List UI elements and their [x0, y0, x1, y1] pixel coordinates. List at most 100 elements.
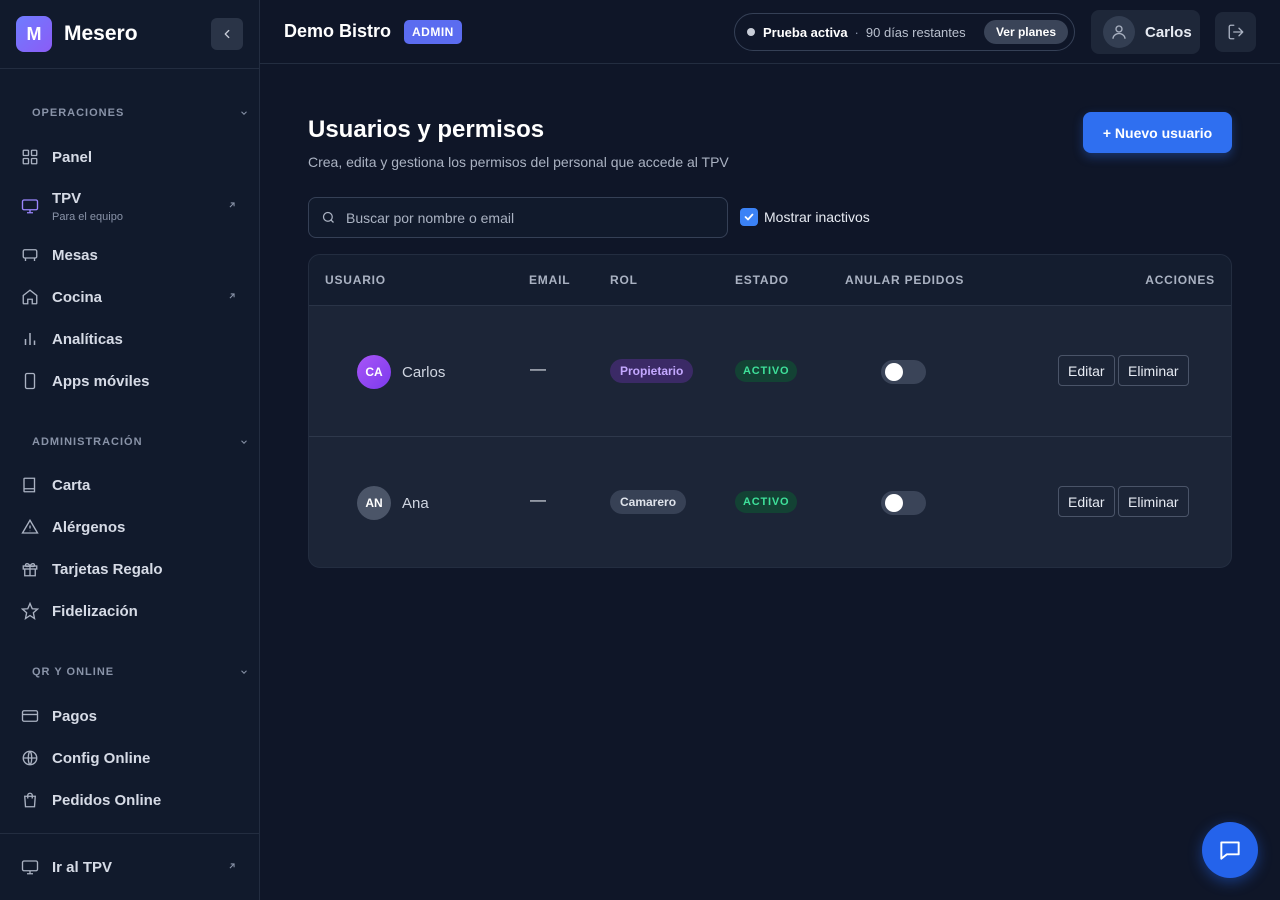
role-badge: Camarero	[610, 490, 687, 514]
sidebar-item-panel[interactable]: Panel	[0, 136, 259, 178]
credit-card-icon	[20, 706, 40, 726]
monitor-icon	[20, 196, 40, 216]
user-name-cell: Carlos	[402, 364, 446, 381]
brand-name: Mesero	[64, 22, 138, 45]
brand-logo[interactable]: M	[16, 16, 52, 52]
sidebar: M Mesero OPERACIONES Panel TPV Para el e…	[0, 0, 260, 900]
section-title: QR Y ONLINE	[32, 666, 115, 678]
header-status: ESTADO	[735, 273, 789, 287]
chevron-down-icon	[241, 440, 247, 444]
delete-button[interactable]: Eliminar	[1118, 486, 1189, 517]
sidebar-item-sublabel: Para el equipo	[52, 210, 123, 223]
sidebar-item-carta[interactable]: Carta	[0, 464, 259, 506]
sidebar-nav[interactable]: OPERACIONES Panel TPV Para el equipo Mes…	[0, 69, 259, 833]
edit-button[interactable]: Editar	[1058, 355, 1115, 386]
show-inactive-checkbox[interactable]	[740, 208, 758, 226]
switch-knob	[885, 363, 903, 381]
collapse-sidebar-button[interactable]	[211, 18, 243, 50]
chat-button[interactable]	[1202, 822, 1258, 878]
logout-icon	[1228, 24, 1243, 40]
search-input[interactable]	[346, 209, 706, 226]
warning-icon	[20, 517, 40, 537]
logout-button[interactable]	[1215, 12, 1256, 52]
table-header: USUARIO EMAIL ROL ESTADO ANULAR PEDIDOS …	[309, 255, 1231, 306]
sidebar-item-label: Apps móviles	[52, 372, 150, 390]
sidebar-item-label: Pedidos Online	[52, 791, 162, 809]
header-user: USUARIO	[325, 273, 386, 287]
sidebar-item-label: Pagos	[52, 707, 98, 725]
go-to-tpv-label: Ir al TPV	[52, 858, 113, 876]
delete-button[interactable]: Eliminar	[1118, 355, 1189, 386]
sidebar-item-label: Cocina	[52, 288, 103, 306]
globe-icon	[20, 748, 40, 768]
topbar: Demo Bistro ADMIN Prueba activa · 90 día…	[260, 0, 1280, 64]
status-badge: ACTIVO	[735, 360, 798, 382]
chevron-left-icon	[224, 29, 230, 39]
trial-status: Prueba activa · 90 días restantes Ver pl…	[734, 13, 1075, 51]
sidebar-item-label: Fidelización	[52, 602, 138, 620]
sidebar-footer: Ir al TPV	[0, 833, 259, 900]
status-badge: ACTIVO	[735, 491, 798, 513]
status-dot-icon	[747, 28, 755, 36]
gift-icon	[20, 559, 40, 579]
users-table: USUARIO EMAIL ROL ESTADO ANULAR PEDIDOS …	[308, 254, 1232, 568]
view-plans-button[interactable]: Ver planes	[983, 20, 1068, 44]
phone-icon	[20, 371, 40, 391]
section-header-operaciones[interactable]: OPERACIONES	[0, 103, 259, 123]
sidebar-item-label: Tarjetas Regalo	[52, 560, 163, 578]
user-name-cell: Ana	[402, 495, 429, 512]
monitor-icon	[20, 857, 40, 877]
shopping-bag-icon	[20, 790, 40, 810]
sidebar-item-apps-moviles[interactable]: Apps móviles	[0, 360, 259, 402]
sidebar-item-label: Panel	[52, 148, 93, 166]
sidebar-item-label: TPV	[52, 189, 82, 207]
email-cell: —	[530, 361, 546, 378]
external-link-icon	[227, 858, 237, 876]
star-icon	[20, 601, 40, 621]
sidebar-item-pagos[interactable]: Pagos	[0, 695, 259, 737]
sidebar-item-fidelizacion[interactable]: Fidelización	[0, 590, 259, 632]
sidebar-item-label: Alérgenos	[52, 518, 126, 536]
admin-badge: ADMIN	[404, 19, 462, 44]
avatar: CA	[357, 355, 391, 389]
external-link-icon	[227, 288, 237, 306]
header-email: EMAIL	[529, 273, 571, 287]
bar-chart-icon	[20, 329, 40, 349]
sidebar-item-pedidos-online[interactable]: Pedidos Online	[0, 779, 259, 821]
page-subtitle: Crea, edita y gestiona los permisos del …	[308, 154, 729, 170]
sidebar-item-tarjetas-regalo[interactable]: Tarjetas Regalo	[0, 548, 259, 590]
book-icon	[20, 475, 40, 495]
chevron-down-icon	[241, 111, 247, 115]
search-field[interactable]	[308, 197, 728, 238]
user-menu[interactable]: Carlos	[1091, 10, 1200, 54]
cancel-orders-switch[interactable]	[881, 491, 926, 515]
sidebar-item-mesas[interactable]: Mesas	[0, 234, 259, 276]
check-icon	[744, 213, 754, 221]
go-to-tpv-link[interactable]: Ir al TPV	[0, 846, 259, 888]
sidebar-item-label: Carta	[52, 476, 91, 494]
section-header-administracion[interactable]: ADMINISTRACIÓN	[0, 432, 259, 452]
section-title: OPERACIONES	[32, 107, 125, 119]
sidebar-item-tpv[interactable]: TPV Para el equipo	[0, 178, 259, 234]
section-header-qr-online[interactable]: QR Y ONLINE	[0, 662, 259, 682]
header-role: ROL	[610, 273, 638, 287]
edit-button[interactable]: Editar	[1058, 486, 1115, 517]
sidebar-item-cocina[interactable]: Cocina	[0, 276, 259, 318]
sidebar-item-label: Analíticas	[52, 330, 123, 348]
user-icon	[1103, 16, 1135, 48]
sidebar-item-alergenos[interactable]: Alérgenos	[0, 506, 259, 548]
chat-icon	[1220, 841, 1240, 860]
sidebar-item-label: Config Online	[52, 749, 151, 767]
trial-status-label: Prueba activa	[763, 24, 848, 40]
avatar: AN	[357, 486, 391, 520]
cancel-orders-switch[interactable]	[881, 360, 926, 384]
sidebar-item-analiticas[interactable]: Analíticas	[0, 318, 259, 360]
header-actions: ACCIONES	[1145, 273, 1215, 287]
role-badge: Propietario	[610, 359, 694, 383]
external-link-icon	[227, 197, 237, 215]
sidebar-item-config-online[interactable]: Config Online	[0, 737, 259, 779]
show-inactive-label: Mostrar inactivos	[764, 209, 870, 225]
show-inactive-toggle[interactable]: Mostrar inactivos	[740, 208, 870, 226]
page-title: Usuarios y permisos	[308, 116, 545, 143]
new-user-button[interactable]: + Nuevo usuario	[1083, 112, 1232, 153]
